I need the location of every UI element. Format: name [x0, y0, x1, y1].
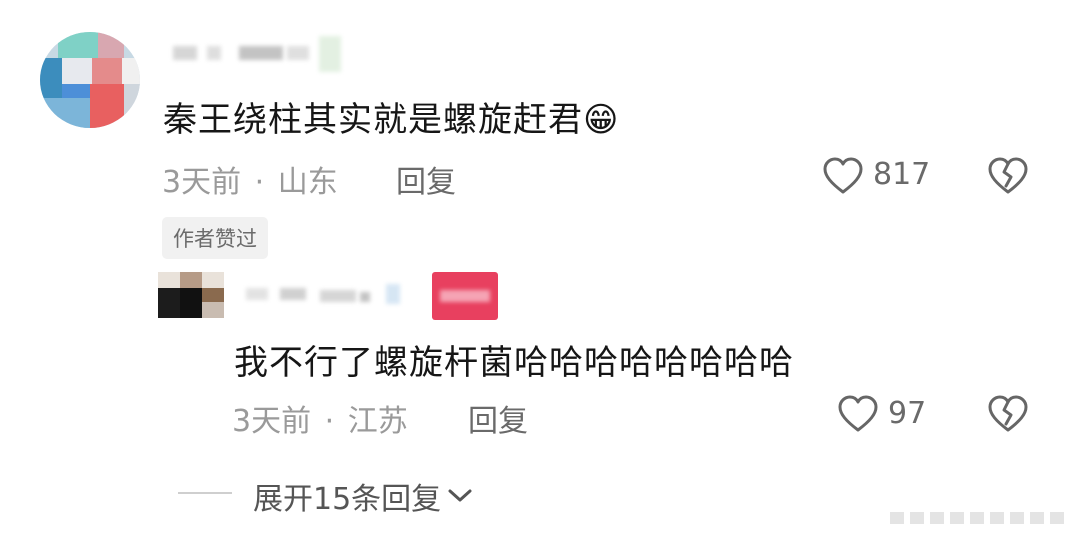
- reply-like-button[interactable]: [837, 394, 879, 434]
- heart-outline-icon: [838, 395, 878, 432]
- commenter-username[interactable]: [165, 34, 355, 78]
- broken-heart-icon: [988, 395, 1028, 432]
- reply-location: 江苏: [347, 404, 408, 439]
- reply-meta: 3天前 · 江苏: [232, 396, 408, 440]
- watermark: [890, 506, 1070, 528]
- reply-to-reply-button[interactable]: 回复: [468, 396, 528, 440]
- broken-heart-icon: [988, 157, 1028, 194]
- reply-user-tag: [432, 272, 498, 320]
- expand-divider: [178, 492, 232, 494]
- expand-replies-label: 展开15条回复: [253, 482, 442, 517]
- replier-avatar[interactable]: [158, 272, 224, 318]
- chevron-down-icon: [448, 489, 472, 502]
- meta-separator: ·: [254, 165, 265, 200]
- reply-time: 3天前: [232, 404, 312, 439]
- reply-button[interactable]: 回复: [396, 157, 456, 201]
- comment-time: 3天前: [162, 165, 242, 200]
- comment-text: 秦王绕柱其实就是螺旋赶君: [163, 100, 583, 140]
- comment-meta: 3天前 · 山东: [162, 157, 338, 201]
- reply-like-count: 97: [888, 396, 927, 431]
- comment-location: 山东: [277, 165, 338, 200]
- meta-separator: ·: [324, 404, 335, 439]
- replier-username[interactable]: [240, 280, 410, 310]
- commenter-avatar[interactable]: [40, 32, 140, 128]
- reply-dislike-button[interactable]: [987, 394, 1029, 434]
- expand-replies-button[interactable]: 展开15条回复: [253, 474, 473, 518]
- reply-text: 我不行了螺旋杆菌哈哈哈哈哈哈哈哈: [234, 343, 794, 383]
- like-button[interactable]: [822, 156, 864, 196]
- comment-body: 秦王绕柱其实就是螺旋赶君😁: [163, 92, 619, 141]
- author-liked-badge: 作者赞过: [162, 217, 268, 259]
- dislike-button[interactable]: [987, 156, 1029, 196]
- like-count: 817: [873, 157, 931, 192]
- heart-outline-icon: [823, 157, 863, 194]
- grin-emoji-icon: 😁: [583, 100, 620, 140]
